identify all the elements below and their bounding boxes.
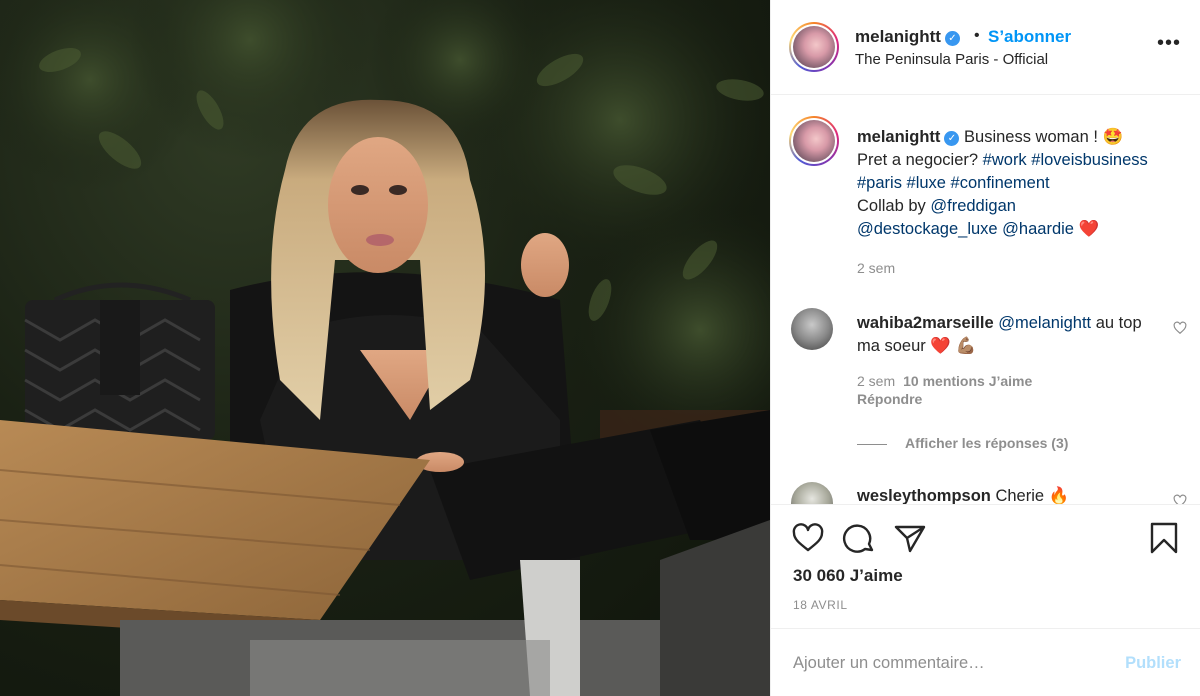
commenter-username[interactable]: wahiba2marseille — [857, 314, 994, 332]
instagram-post: melanightt ✓ • S’abonner The Peninsula Pa… — [0, 0, 1200, 696]
bookmark-icon[interactable] — [1147, 521, 1181, 555]
header-separator: • — [974, 27, 980, 44]
caption-hashtags-2[interactable]: #paris #luxe #confinement — [857, 174, 1050, 192]
caption-hashtags-1[interactable]: #work #loveisbusiness — [983, 151, 1148, 169]
caption-heart: ❤️ — [1073, 220, 1100, 238]
author-username[interactable]: melanightt — [855, 27, 941, 46]
view-replies-button[interactable]: Afficher les réponses (3) — [857, 435, 1068, 451]
add-comment-bar: Ajouter un commentaire… Publier — [771, 628, 1200, 696]
caption-username[interactable]: melanightt — [857, 128, 940, 146]
comment-body: Cherie 🔥 — [990, 487, 1070, 504]
post-photo[interactable] — [0, 0, 770, 696]
caption-text: melanightt ✓ Business woman ! 🤩 Pret a ne… — [857, 126, 1187, 241]
reply-button[interactable]: Répondre — [857, 391, 922, 407]
comments-section[interactable]: melanightt ✓ Business woman ! 🤩 Pret a ne… — [771, 96, 1200, 504]
post-image — [0, 0, 770, 696]
caption-mention-1[interactable]: @freddigan — [930, 197, 1016, 215]
author-avatar[interactable] — [789, 22, 839, 72]
commenter-avatar[interactable] — [791, 482, 833, 504]
heart-icon[interactable] — [791, 521, 825, 555]
caption-mention-2[interactable]: @destockage_luxe @haardie — [857, 220, 1074, 238]
comment-text: wesleythompson Cherie 🔥 — [857, 485, 1069, 504]
comment-input[interactable]: Ajouter un commentaire… — [793, 654, 985, 673]
comment-like-icon[interactable] — [1173, 494, 1187, 504]
comment-timestamp[interactable]: 2 sem — [857, 373, 895, 389]
publish-button[interactable]: Publier — [1125, 654, 1181, 673]
comment-icon[interactable] — [842, 521, 876, 555]
post-header: melanightt ✓ • S’abonner The Peninsula Pa… — [771, 0, 1200, 95]
comment-like-icon[interactable] — [1173, 321, 1187, 335]
post-side-panel: melanightt ✓ • S’abonner The Peninsula Pa… — [770, 0, 1200, 696]
follow-button[interactable]: S’abonner — [988, 27, 1071, 47]
author-username-row[interactable]: melanightt ✓ — [855, 27, 960, 47]
caption-timestamp[interactable]: 2 sem — [857, 260, 895, 276]
comment-text: wahiba2marseille @melanightt au top ma s… — [857, 312, 1157, 358]
caption-collab: Collab by — [857, 197, 931, 215]
replies-divider — [857, 443, 887, 445]
comment-meta: 2 sem 10 mentions J’aime — [857, 373, 1032, 389]
share-icon[interactable] — [893, 521, 927, 555]
post-date[interactable]: 18 AVRIL — [793, 598, 848, 612]
caption-line2: Pret a negocier? — [857, 151, 983, 169]
caption-author-avatar[interactable] — [789, 116, 839, 166]
verified-badge-icon: ✓ — [944, 31, 960, 46]
caption-line1: Business woman ! 🤩 — [964, 128, 1124, 146]
commenter-avatar[interactable] — [791, 308, 833, 350]
more-options-icon[interactable]: ••• — [1157, 33, 1181, 53]
likes-count[interactable]: 30 060 J’aime — [793, 566, 903, 586]
location-link[interactable]: The Peninsula Paris - Official — [855, 51, 1048, 68]
verified-badge-icon: ✓ — [944, 131, 960, 146]
handbag — [24, 282, 215, 440]
comment-likes[interactable]: 10 mentions J’aime — [903, 373, 1032, 389]
commenter-username[interactable]: wesleythompson — [857, 487, 991, 504]
view-replies-label: Afficher les réponses (3) — [905, 435, 1069, 451]
post-actions: 30 060 J’aime 18 AVRIL — [771, 504, 1200, 640]
comment-mention[interactable]: @melanightt — [998, 314, 1091, 332]
